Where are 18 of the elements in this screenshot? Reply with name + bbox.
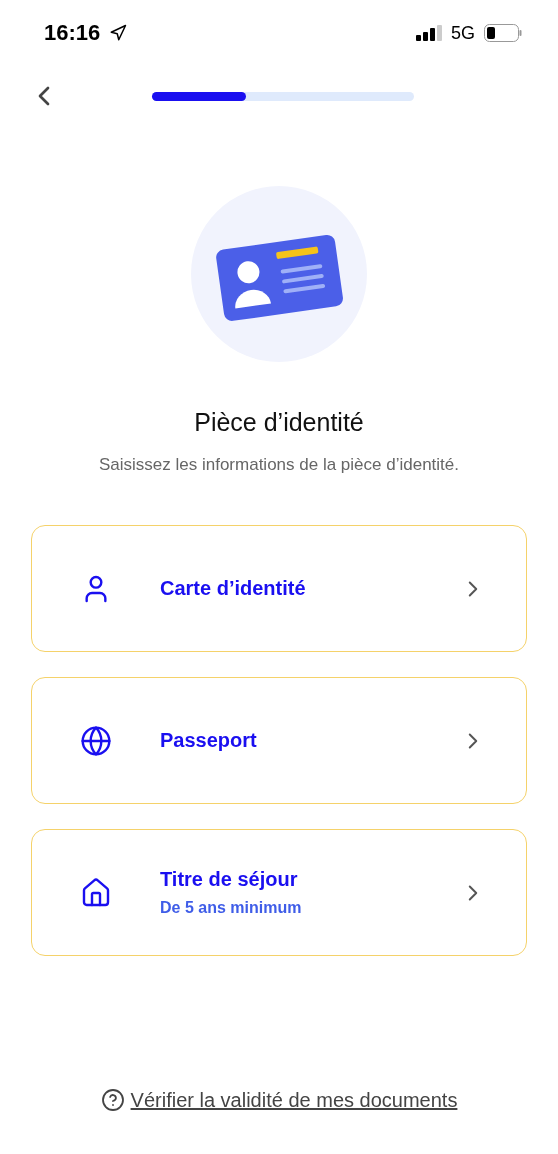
location-icon	[109, 24, 128, 42]
battery-icon	[484, 24, 522, 42]
option-label: Carte d’identité	[160, 577, 307, 600]
globe-icon	[80, 724, 112, 757]
document-option[interactable]: Carte d’identité	[31, 525, 527, 652]
option-label: Passeport	[160, 729, 258, 752]
document-option[interactable]: Titre de séjour De 5 ans minimum	[31, 829, 527, 956]
page-title: Pièce d’identité	[193, 408, 365, 437]
help-icon	[100, 1088, 125, 1112]
document-option[interactable]: Passeport	[31, 677, 527, 804]
signal-icon	[416, 25, 442, 41]
network-label: 5G	[451, 22, 475, 44]
help-link[interactable]: Vérifier la validité de mes documents	[130, 1088, 458, 1112]
option-note: De 5 ans minimum	[160, 899, 303, 917]
page-subtitle: Saisissez les informations de la pièce d’identité.	[98, 455, 460, 475]
option-label: Titre de séjour	[160, 868, 299, 891]
status-time: 16:16	[44, 20, 101, 46]
house-icon	[80, 876, 112, 909]
